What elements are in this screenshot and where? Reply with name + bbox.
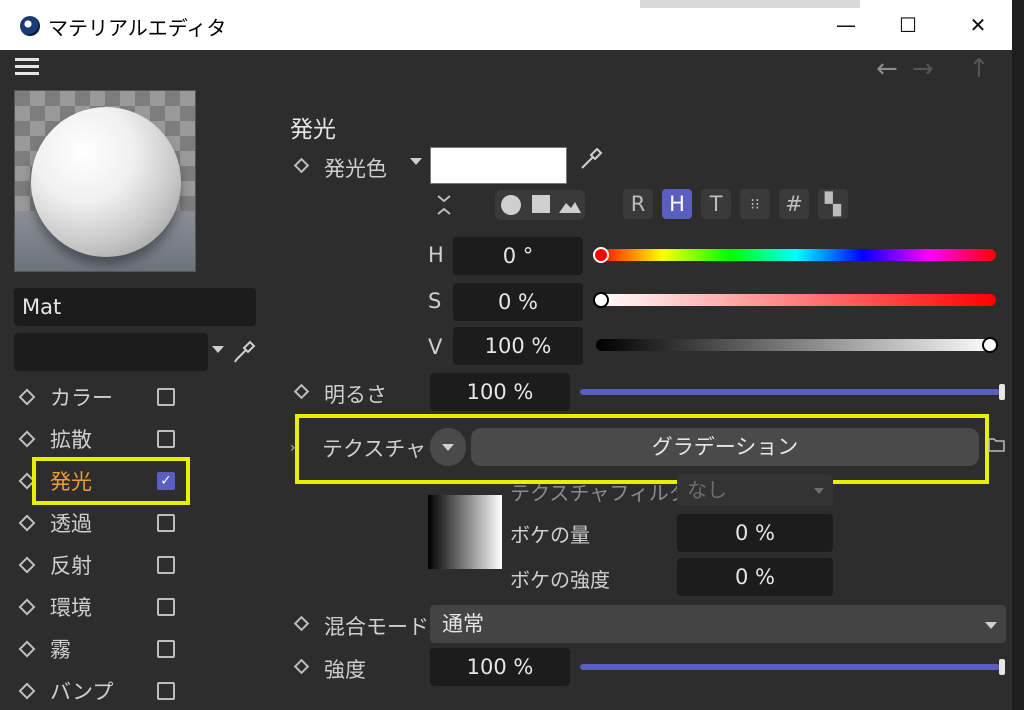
brightness-field[interactable]: 100 %: [430, 373, 570, 411]
gradient-thumbnail[interactable]: [428, 495, 502, 569]
channel-label[interactable]: 霧: [50, 634, 71, 664]
cinema4d-icon: [20, 16, 40, 36]
brightness-label: 明るさ: [324, 383, 387, 407]
preview-sphere: [31, 107, 181, 257]
minimize-button[interactable]: —: [826, 10, 866, 40]
material-preview[interactable]: [14, 90, 196, 272]
strength-label: 強度: [324, 658, 366, 682]
animate-diamond-icon[interactable]: [293, 157, 310, 174]
saturation-slider[interactable]: [596, 294, 996, 306]
hue-slider-knob[interactable]: [593, 247, 609, 263]
channel-label[interactable]: 環境: [50, 592, 92, 622]
folder-icon[interactable]: [988, 436, 1006, 452]
channel-label-active[interactable]: 発光: [50, 466, 92, 496]
up-arrow-icon[interactable]: ↑: [968, 54, 990, 84]
mix-mode-dropdown[interactable]: 通常: [430, 605, 1006, 643]
animate-diamond-icon[interactable]: [293, 615, 310, 632]
material-layer-field[interactable]: [14, 333, 208, 371]
background-window: [640, 0, 860, 8]
texture-filter-dropdown[interactable]: なし: [677, 474, 833, 506]
chevron-down-icon: [442, 444, 454, 451]
eyedropper-icon[interactable]: [578, 146, 604, 172]
strength-field[interactable]: 100 %: [430, 648, 570, 686]
color-wheel-icon[interactable]: [501, 195, 521, 215]
eyedropper-icon[interactable]: [232, 340, 256, 364]
hex-mode-button[interactable]: #: [779, 189, 809, 219]
animate-diamond-icon[interactable]: [18, 514, 36, 532]
brightness-slider-handle[interactable]: [999, 384, 1005, 400]
channel-label[interactable]: バンプ: [50, 676, 113, 706]
channel-checkbox[interactable]: [157, 682, 175, 700]
texture-label: テクスチャ: [322, 437, 427, 461]
hue-slider[interactable]: [596, 249, 996, 261]
strength-slider[interactable]: [580, 664, 1000, 670]
blur-strength-field[interactable]: 0 %: [677, 558, 833, 596]
blur-strength-label: ボケの強度: [510, 568, 610, 592]
spectrum-icon[interactable]: [558, 195, 582, 215]
chevron-down-icon: [985, 622, 997, 629]
channel-label[interactable]: 拡散: [50, 424, 92, 454]
mixer-mode-button[interactable]: ⁝⁝: [740, 189, 770, 219]
back-arrow-icon[interactable]: ←: [876, 54, 898, 84]
dropdown-arrow-icon[interactable]: [212, 346, 224, 353]
animate-diamond-icon[interactable]: [18, 682, 36, 700]
texture-shader-button[interactable]: グラデーション: [471, 428, 979, 466]
window-title: マテリアルエディタ: [48, 16, 227, 40]
close-button[interactable]: ✕: [958, 10, 998, 40]
rgb-mode-button[interactable]: R: [623, 189, 653, 219]
channel-checkbox[interactable]: [157, 598, 175, 616]
chevron-down-icon: [814, 488, 824, 494]
animate-diamond-icon[interactable]: [18, 388, 36, 406]
hue-label: H: [428, 243, 444, 267]
saturation-label: S: [428, 289, 442, 313]
channel-checkbox[interactable]: [157, 388, 175, 406]
saturation-slider-knob[interactable]: [593, 292, 609, 308]
animate-diamond-icon[interactable]: [293, 383, 310, 400]
texture-filter-label: テクスチャフィルタ: [510, 481, 689, 505]
channel-label[interactable]: 透過: [50, 508, 92, 538]
color-swatch[interactable]: [430, 147, 567, 184]
value-field[interactable]: 100 %: [453, 327, 583, 365]
blur-offset-label: ボケの量: [510, 523, 590, 547]
animate-diamond-icon[interactable]: [18, 430, 36, 448]
value-slider[interactable]: [596, 339, 996, 351]
swatches-mode-button[interactable]: ▚: [818, 189, 848, 219]
brightness-slider[interactable]: [580, 389, 1000, 395]
strength-slider-handle[interactable]: [999, 659, 1005, 675]
animate-diamond-icon[interactable]: [18, 640, 36, 658]
channel-label[interactable]: カラー: [50, 382, 113, 412]
color-label: 発光色: [324, 157, 387, 181]
forward-arrow-icon[interactable]: →: [912, 54, 934, 84]
channel-checkbox-checked[interactable]: ✓: [157, 472, 175, 490]
animate-diamond-icon[interactable]: [18, 598, 36, 616]
expand-chevrons-icon[interactable]: [434, 192, 454, 218]
chevron-down-icon[interactable]: [410, 158, 422, 165]
channel-label[interactable]: 反射: [50, 550, 92, 580]
hsv-mode-button[interactable]: H: [662, 189, 692, 219]
hue-field[interactable]: 0 °: [453, 237, 583, 275]
animate-diamond-icon[interactable]: [293, 658, 310, 675]
value-label: V: [428, 335, 443, 359]
channel-checkbox[interactable]: [157, 556, 175, 574]
material-name: Mat: [22, 295, 62, 319]
channel-checkbox[interactable]: [157, 640, 175, 658]
mix-mode-label: 混合モード: [324, 615, 429, 639]
animate-diamond-icon[interactable]: [18, 556, 36, 574]
background-window: [1012, 0, 1024, 710]
menu-icon[interactable]: [15, 58, 39, 76]
value-slider-knob[interactable]: [982, 337, 998, 353]
saturation-field[interactable]: 0 %: [453, 283, 583, 321]
blur-offset-field[interactable]: 0 %: [677, 514, 833, 552]
channel-checkbox[interactable]: [157, 430, 175, 448]
section-title: 発光: [290, 117, 336, 143]
maximize-button[interactable]: ☐: [888, 10, 928, 40]
channel-list: カラー 拡散 発光 ✓ 透過 反射 環境 霧 バンプ: [0, 380, 260, 710]
color-square-icon[interactable]: [532, 195, 550, 213]
channel-checkbox[interactable]: [157, 514, 175, 532]
kelvin-mode-button[interactable]: T: [701, 189, 731, 219]
